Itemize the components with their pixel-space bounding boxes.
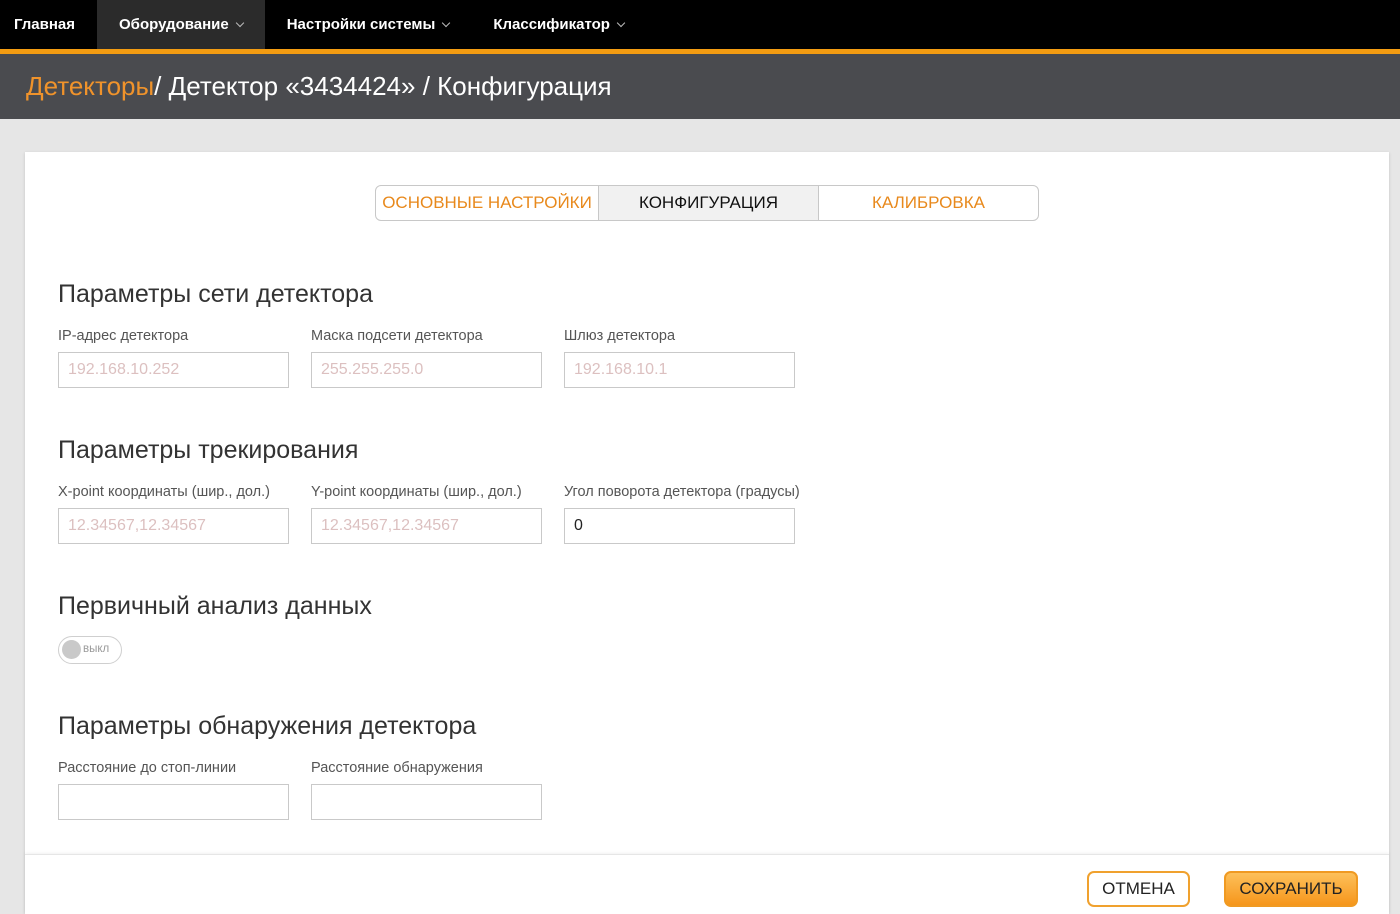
gateway-input[interactable] [564, 352, 795, 388]
section-title-detection: Параметры обнаружения детектора [58, 712, 477, 740]
tab-basic-settings[interactable]: Основные настройки [376, 186, 598, 220]
ypoint-input[interactable] [311, 508, 542, 544]
nav-item-classifier[interactable]: Классификатор [471, 0, 646, 49]
section-title-primary-analysis: Первичный анализ данных [58, 592, 372, 620]
ip-label: IP-адрес детектора [58, 328, 189, 344]
nav-item-label: Настройки системы [286, 16, 436, 33]
ip-input[interactable] [58, 352, 289, 388]
nav-item-label: Главная [14, 16, 76, 33]
save-button[interactable]: Сохранить [1224, 871, 1358, 907]
stopline-label: Расстояние до стоп-линии [58, 760, 237, 776]
section-title-network: Параметры сети детектора [58, 280, 373, 308]
stopline-input[interactable] [58, 784, 289, 820]
primary-analysis-toggle[interactable]: выкл [58, 636, 122, 664]
angle-input[interactable] [564, 508, 795, 544]
cancel-button[interactable]: Отмена [1087, 871, 1190, 907]
chevron-down-icon [616, 18, 626, 27]
tab-calibration[interactable]: Калибровка [818, 186, 1038, 220]
top-navigation: Главная Оборудование Настройки системы К… [0, 0, 1400, 49]
nav-item-system-settings[interactable]: Настройки системы [265, 0, 472, 49]
chevron-down-icon [235, 18, 244, 27]
chevron-down-icon [442, 18, 451, 27]
config-card: Основные настройки Конфигурация Калибров… [25, 152, 1389, 914]
section-title-tracking: Параметры трекирования [58, 436, 359, 464]
breadcrumb-link-detectors[interactable]: Детекторы [26, 71, 154, 102]
tab-bar: Основные настройки Конфигурация Калибров… [375, 185, 1039, 221]
mask-input[interactable] [311, 352, 542, 388]
toggle-knob [62, 640, 81, 659]
form-footer: Отмена Сохранить [25, 854, 1389, 914]
nav-item-label: Классификатор [493, 16, 610, 33]
toggle-state-label: выкл [83, 643, 110, 655]
angle-label: Угол поворота детектора (градусы) [564, 484, 800, 500]
xpoint-input[interactable] [58, 508, 289, 544]
detection-distance-input[interactable] [311, 784, 542, 820]
breadcrumb-current: / Детектор «3434424» / Конфигурация [154, 71, 612, 101]
nav-item-home[interactable]: Главная [0, 0, 97, 49]
detection-distance-label: Расстояние обнаружения [311, 760, 483, 776]
ypoint-label: Y-point координаты (шир., дол.) [311, 484, 522, 500]
gateway-label: Шлюз детектора [564, 328, 676, 344]
nav-item-equipment[interactable]: Оборудование [97, 0, 265, 49]
tab-configuration[interactable]: Конфигурация [598, 186, 818, 220]
mask-label: Маска подсети детектора [311, 328, 483, 344]
breadcrumb: Детекторы / Детектор «3434424» / Конфигу… [0, 54, 1400, 119]
nav-item-label: Оборудование [119, 16, 229, 33]
xpoint-label: X-point координаты (шир., дол.) [58, 484, 270, 500]
